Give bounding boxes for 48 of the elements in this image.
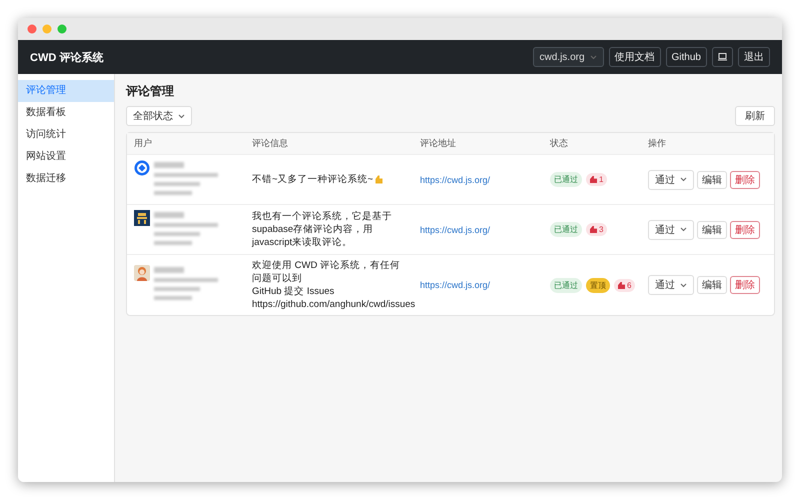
refresh-button[interactable]: 刷新 bbox=[735, 106, 775, 126]
comment-text: 欢迎使用 CWD 评论系统，有任何问题可以到 bbox=[252, 259, 401, 285]
sidebar-item[interactable]: 数据迁移 bbox=[18, 168, 114, 190]
sidebar-item[interactable]: 数据看板 bbox=[18, 102, 114, 124]
action-select[interactable]: 通过 bbox=[648, 275, 694, 295]
column-header: 评论信息 bbox=[251, 137, 289, 150]
delete-button[interactable]: 删除 bbox=[730, 170, 760, 188]
url-link[interactable]: https://cwd.js.org/ bbox=[420, 174, 490, 184]
caret-icon bbox=[590, 54, 597, 60]
column-header: 状态 bbox=[549, 137, 569, 150]
likes-badge: 6 bbox=[614, 278, 636, 292]
caret-icon bbox=[680, 177, 687, 182]
likes-badge: 1 bbox=[586, 173, 608, 186]
url-link[interactable]: https://cwd.js.org/ bbox=[420, 280, 490, 290]
pinned-badge: 置顶 bbox=[586, 278, 610, 292]
comment-text: 不错~又多了一种评论系统~ bbox=[252, 173, 374, 186]
caret-icon bbox=[680, 227, 687, 232]
app-title: CWD 评论系统 bbox=[30, 50, 104, 64]
caret-icon bbox=[680, 282, 687, 288]
display-button[interactable] bbox=[712, 47, 733, 67]
comment-text: GitHub 提交 Issues bbox=[252, 285, 334, 298]
column-header: 评论地址 bbox=[419, 137, 457, 150]
status-filter[interactable]: 全部状态 bbox=[126, 106, 192, 126]
status-badge: 已通过 bbox=[550, 172, 582, 187]
delete-button[interactable]: 删除 bbox=[730, 276, 760, 294]
status-badge: 已通过 bbox=[550, 278, 582, 292]
edit-button[interactable]: 编辑 bbox=[697, 276, 727, 294]
comment-text: https://github.com/anghunk/cwd/issues bbox=[252, 298, 416, 311]
likes-badge: 3 bbox=[586, 223, 608, 236]
delete-button[interactable]: 删除 bbox=[730, 220, 760, 238]
action-select[interactable]: 通过 bbox=[648, 170, 694, 190]
site-select[interactable]: cwd.js.org bbox=[532, 47, 604, 67]
edit-button[interactable]: 编辑 bbox=[697, 220, 727, 238]
sidebar-item[interactable]: 访问统计 bbox=[18, 124, 114, 146]
action-select[interactable]: 通过 bbox=[648, 220, 694, 240]
column-header: 用户 bbox=[133, 137, 153, 150]
comment-text: 我也有一个评论系统，它是基于supabase存储评论内容，用javascript来读取评论。 bbox=[252, 210, 393, 249]
url-link[interactable]: https://cwd.js.org/ bbox=[420, 224, 490, 234]
column-header: 操作 bbox=[647, 137, 667, 150]
nav-button[interactable]: 使用文档 bbox=[608, 47, 661, 67]
logout-button[interactable]: 退出 bbox=[738, 47, 770, 67]
caret-icon bbox=[178, 114, 185, 118]
nav-button[interactable]: Github bbox=[666, 47, 707, 67]
page-title: 评论管理 bbox=[126, 83, 175, 100]
monitor-icon bbox=[718, 53, 727, 61]
edit-button[interactable]: 编辑 bbox=[697, 170, 727, 188]
status-badge: 已通过 bbox=[550, 222, 582, 237]
sidebar-item[interactable]: 网站设置 bbox=[18, 146, 114, 168]
